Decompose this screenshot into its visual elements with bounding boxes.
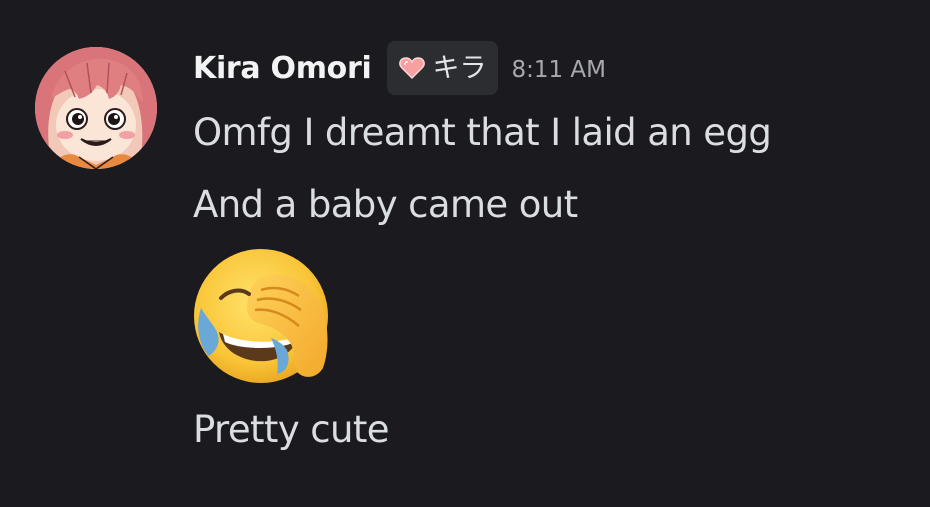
avatar-image	[35, 47, 157, 169]
message-header: Kira Omori キラ 8:11 AM	[193, 41, 606, 95]
user-avatar[interactable]	[35, 47, 157, 169]
message-timestamp[interactable]: 8:11 AM	[511, 55, 606, 82]
user-tag-badge[interactable]: キラ	[387, 41, 499, 95]
message-line: Omfg I dreamt that I laid an egg	[193, 111, 772, 154]
message-line: And a baby came out	[193, 183, 578, 226]
chat-message: Kira Omori キラ 8:11 AM Omfg I dreamt that…	[0, 0, 930, 507]
pink-heart-icon	[399, 57, 426, 80]
user-tag-text: キラ	[432, 52, 487, 84]
username[interactable]: Kira Omori	[193, 51, 372, 86]
face-palm-laughing-icon	[194, 249, 328, 383]
message-line: Pretty cute	[193, 408, 390, 451]
face-palm-laughing-emoji[interactable]	[191, 246, 338, 386]
